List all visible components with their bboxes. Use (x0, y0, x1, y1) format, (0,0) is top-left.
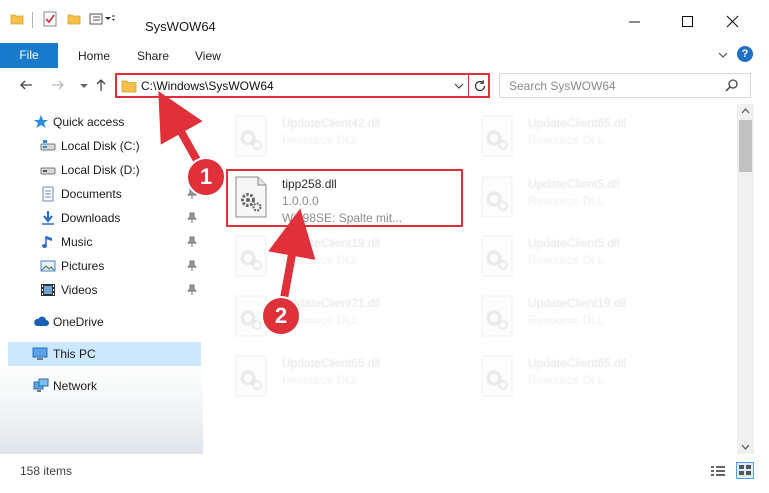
pin-icon[interactable] (186, 284, 198, 296)
search-icon[interactable] (724, 78, 740, 94)
file-tile[interactable]: UpdateClient42.dll Resource DLL (230, 108, 470, 166)
documents-icon (42, 186, 54, 202)
back-arrow-icon[interactable] (18, 77, 34, 93)
address-path[interactable]: C:\Windows\SysWOW64 (141, 79, 274, 93)
sidebar-item-local-disk-d[interactable]: Local Disk (D:) (0, 158, 203, 182)
file-tile[interactable]: UpdateClient5.dll Resource DLL (476, 228, 716, 286)
pictures-icon (40, 260, 56, 272)
dll-file-icon (481, 295, 513, 337)
vertical-scrollbar[interactable] (737, 104, 754, 454)
step-badge-2: 2 (261, 296, 301, 336)
up-arrow-icon[interactable] (93, 77, 109, 93)
tab-file[interactable]: File (0, 43, 58, 68)
tab-share[interactable]: Share (137, 49, 169, 63)
dll-file-icon (481, 115, 513, 157)
chevron-down-icon[interactable] (453, 81, 465, 91)
scrollbar-thumb[interactable] (739, 120, 752, 172)
videos-icon (41, 284, 55, 296)
navigation-bar: C:\Windows\SysWOW64 Search SysWOW64 (0, 70, 769, 102)
dll-file-icon (481, 235, 513, 277)
refresh-icon[interactable] (472, 78, 488, 94)
file-explorer-window: SysWOW64 File Home Share View ? C:\Windo… (0, 0, 769, 493)
search-input[interactable]: Search SysWOW64 (509, 79, 616, 93)
navigation-pane: Quick access Local Disk (C:) Local Disk … (0, 104, 203, 454)
drive-icon (40, 140, 56, 151)
scroll-down-icon[interactable] (741, 443, 750, 451)
network-icon (33, 378, 49, 392)
dll-file-icon (235, 115, 267, 157)
forward-arrow-icon[interactable] (50, 77, 66, 93)
folder-icon (121, 79, 137, 96)
tiles-view-button[interactable] (736, 462, 754, 479)
status-bar: 158 items (0, 454, 769, 493)
tab-home[interactable]: Home (78, 49, 110, 63)
pin-icon[interactable] (186, 236, 198, 248)
sidebar-item-this-pc[interactable]: This PC (8, 342, 201, 366)
file-tile[interactable]: UpdateClient5.dll Resource DLL (476, 169, 716, 227)
highlight-box (226, 169, 463, 227)
sidebar-item-network[interactable]: Network (0, 374, 203, 398)
close-icon[interactable] (725, 14, 741, 30)
sidebar-item-videos[interactable]: Videos (0, 278, 203, 302)
toolbar-separator (32, 12, 33, 28)
file-tile[interactable]: UpdateClient65.dll Resource DLL (476, 108, 716, 166)
downloads-icon (42, 211, 54, 225)
ribbon-tabs: File Home Share View ? (0, 40, 769, 70)
expand-ribbon-icon[interactable] (716, 48, 730, 62)
tab-view[interactable]: View (195, 49, 221, 63)
tiles-view-icon (739, 465, 751, 475)
recent-locations-icon[interactable] (76, 77, 92, 93)
address-divider (468, 75, 469, 96)
properties-icon[interactable] (43, 11, 57, 30)
sidebar-item-downloads[interactable]: Downloads (0, 206, 203, 230)
help-icon[interactable]: ? (737, 46, 753, 62)
details-view-icon[interactable] (710, 464, 726, 478)
file-tile[interactable]: UpdateClient19.dll Resource DLL (476, 288, 716, 346)
sidebar-item-quick-access[interactable]: Quick access (0, 110, 203, 134)
sidebar-item-documents[interactable]: Documents (0, 182, 203, 206)
cloud-icon (34, 316, 49, 326)
sidebar-item-pictures[interactable]: Pictures (0, 254, 203, 278)
dll-file-icon (481, 355, 513, 397)
address-bar[interactable]: C:\Windows\SysWOW64 (115, 73, 490, 98)
sidebar-item-onedrive[interactable]: OneDrive (0, 310, 203, 334)
drive-icon (40, 167, 56, 175)
file-tile[interactable]: UpdateClient19.dll Resource DLL (230, 228, 470, 286)
star-icon (34, 115, 48, 128)
file-tile[interactable]: UpdateClient65.dll Resource DLL (476, 348, 716, 406)
window-title: SysWOW64 (145, 19, 216, 34)
scroll-up-icon[interactable] (741, 107, 750, 115)
title-bar: SysWOW64 (0, 0, 769, 40)
quick-access-toolbar (0, 0, 115, 40)
file-tile[interactable]: UpdateClient65.dll Resource DLL (230, 348, 470, 406)
file-list: UpdateClient42.dll Resource DLL UpdateCl… (203, 104, 737, 454)
dll-file-icon (235, 355, 267, 397)
maximize-icon[interactable] (680, 14, 696, 30)
pin-icon[interactable] (186, 212, 198, 224)
new-folder-icon[interactable] (67, 12, 81, 29)
pin-icon[interactable] (186, 260, 198, 272)
search-box[interactable]: Search SysWOW64 (499, 73, 751, 98)
dll-file-icon (235, 235, 267, 277)
dll-file-icon (481, 176, 513, 218)
sidebar-item-local-disk-c[interactable]: Local Disk (C:) (0, 134, 203, 158)
folder-icon (10, 12, 24, 29)
sidebar-item-music[interactable]: Music (0, 230, 203, 254)
music-icon (42, 236, 52, 248)
step-badge-1: 1 (186, 157, 226, 197)
item-count: 158 items (20, 464, 73, 478)
customize-toolbar-icon[interactable] (89, 12, 115, 29)
computer-icon (32, 347, 48, 360)
minimize-icon[interactable] (627, 14, 643, 30)
